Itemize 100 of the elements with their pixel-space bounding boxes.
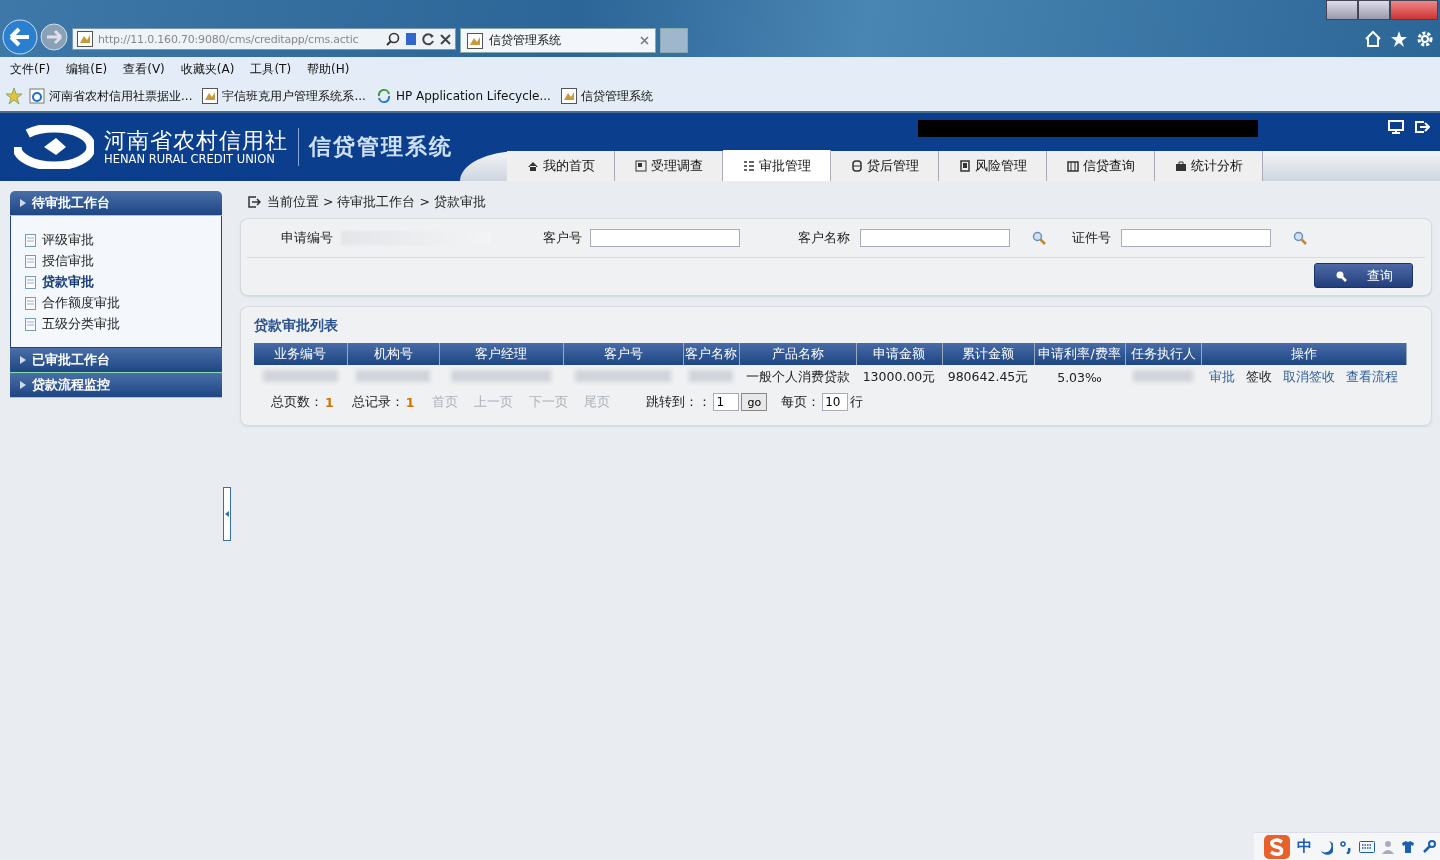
logo-subtitle: HENAN RURAL CREDIT UNION (104, 152, 276, 166)
list-icon (742, 159, 755, 172)
refresh-icon[interactable] (422, 32, 435, 46)
star-icon[interactable] (1390, 30, 1408, 48)
home-icon (526, 160, 539, 172)
close-button[interactable] (1390, 0, 1438, 20)
sidebar-item[interactable]: 五级分类审批 (25, 316, 221, 333)
sidebar-item[interactable]: 评级审批 (25, 232, 221, 249)
nav-tab[interactable]: 风险管理 (939, 151, 1047, 181)
action-text: 签收 (1246, 368, 1272, 386)
expand-arrow-icon (20, 356, 26, 364)
column-header: 申请利率/费率 (1034, 343, 1125, 365)
action-link[interactable]: 审批 (1209, 368, 1235, 386)
book-icon (1066, 160, 1079, 172)
input-mode-toggle[interactable]: 中 (1297, 837, 1312, 856)
browser-tab[interactable]: 信贷管理系统 (460, 28, 656, 53)
column-header: 客户号 (563, 343, 683, 365)
column-header: 累计金额 (942, 343, 1034, 365)
sidebar-item[interactable]: 合作额度审批 (25, 295, 221, 312)
close-icon[interactable] (440, 33, 451, 45)
query-button[interactable]: 查询 (1314, 263, 1413, 288)
settings-icon[interactable] (1416, 30, 1434, 48)
favorite-link[interactable]: 河南省农村信用社票据业... (29, 87, 193, 105)
action-link[interactable]: 查看流程 (1346, 368, 1398, 386)
sidebar-item[interactable]: 贷款审批 (25, 274, 221, 291)
nav-tab[interactable]: 统计分析 (1155, 151, 1263, 181)
table-cell: 13000.00元 (856, 365, 942, 389)
page-icon (25, 276, 36, 289)
refresh-swirl-icon (375, 88, 392, 104)
maximize-button[interactable] (1358, 0, 1390, 20)
field-label: 客户名称 (798, 229, 850, 247)
form-icon (634, 160, 647, 172)
logout-icon[interactable] (1414, 120, 1430, 134)
menu-item[interactable]: 帮助(H) (307, 60, 350, 78)
column-header: 客户经理 (439, 343, 563, 365)
favorite-link[interactable]: 信贷管理系统 (560, 87, 653, 105)
page-input[interactable]: 1 (713, 393, 740, 411)
column-header: 机构号 (347, 343, 439, 365)
sogou-logo-icon[interactable] (1264, 834, 1290, 859)
breadcrumb: 当前位置 > 待审批工作台 > 贷款审批 (267, 193, 486, 211)
monitor-icon[interactable] (1388, 120, 1404, 134)
go-button[interactable]: go (741, 393, 768, 411)
bag-icon (1174, 160, 1187, 172)
punctuation-icon[interactable] (1340, 839, 1352, 854)
column-header: 申请金额 (856, 343, 942, 365)
close-icon[interactable] (640, 36, 649, 45)
pager-label: 跳转到：： (646, 393, 712, 411)
collapse-handle[interactable] (223, 487, 231, 541)
sidebar-section-header[interactable]: 已审批工作台 (10, 348, 222, 373)
column-header: 产品名称 (739, 343, 856, 365)
input-field[interactable] (1121, 229, 1271, 247)
system-title: 信贷管理系统 (309, 133, 453, 161)
menu-item[interactable]: 收藏夹(A) (180, 60, 235, 78)
input-field[interactable] (860, 229, 1010, 247)
sidebar-section-header[interactable]: 待审批工作台 (10, 191, 222, 216)
search-icon (1334, 269, 1347, 282)
page-size-input[interactable]: 10 (822, 393, 849, 411)
field-label: 申请编号 (281, 229, 333, 247)
logo-icon (14, 125, 94, 169)
page-icon (25, 318, 36, 331)
menu-item[interactable]: 查看(V) (123, 60, 165, 78)
favorite-link[interactable]: 宇信班克用户管理系统系... (202, 87, 366, 105)
moon-icon[interactable] (1319, 838, 1333, 855)
nav-tab[interactable]: 信贷查询 (1047, 151, 1155, 181)
document-icon (958, 160, 971, 172)
field-label: 客户号 (543, 229, 582, 247)
page-icon (560, 88, 577, 104)
column-header: 操作 (1201, 343, 1406, 365)
page-count: 1 (325, 394, 334, 410)
minimize-button[interactable] (1326, 0, 1358, 20)
cylinder-icon (850, 160, 863, 172)
wrench-icon[interactable] (1422, 839, 1436, 854)
action-link[interactable]: 取消签收 (1283, 368, 1335, 386)
menu-item[interactable]: 编辑(E) (66, 60, 108, 78)
nav-tab[interactable]: 贷后管理 (831, 151, 939, 181)
page-icon (25, 234, 36, 247)
search-icon[interactable] (386, 32, 400, 46)
nav-tab[interactable]: 受理调查 (615, 151, 723, 181)
nav-tab[interactable]: 我的首页 (507, 151, 615, 181)
pager-label: 总记录： (351, 393, 404, 411)
page-icon (202, 88, 219, 104)
browser-page-icon (29, 88, 45, 104)
home-icon[interactable] (1364, 30, 1382, 48)
input-field[interactable] (590, 229, 740, 247)
back-button[interactable] (2, 19, 38, 55)
logo-title: 河南省农村信用社 (104, 128, 288, 153)
sidebar-item[interactable]: 授信审批 (25, 253, 221, 270)
forward-button[interactable] (40, 23, 68, 51)
menu-item[interactable]: 工具(T) (250, 60, 292, 78)
table-cell: 5.03‰ (1034, 365, 1125, 389)
shirt-icon[interactable] (1401, 839, 1415, 854)
nav-tab[interactable]: 审批管理 (723, 150, 831, 181)
menu-item[interactable]: 文件(F) (10, 60, 51, 78)
page-icon (77, 31, 93, 47)
keyboard-icon[interactable] (1359, 840, 1375, 853)
column-header: 任务执行人 (1125, 343, 1201, 365)
favorite-link[interactable]: HP Application Lifecycle... (375, 88, 551, 104)
sidebar-section-header[interactable]: 贷款流程监控 (10, 373, 222, 398)
pager-label: 每页： (781, 393, 821, 411)
record-count: 1 (405, 394, 415, 410)
